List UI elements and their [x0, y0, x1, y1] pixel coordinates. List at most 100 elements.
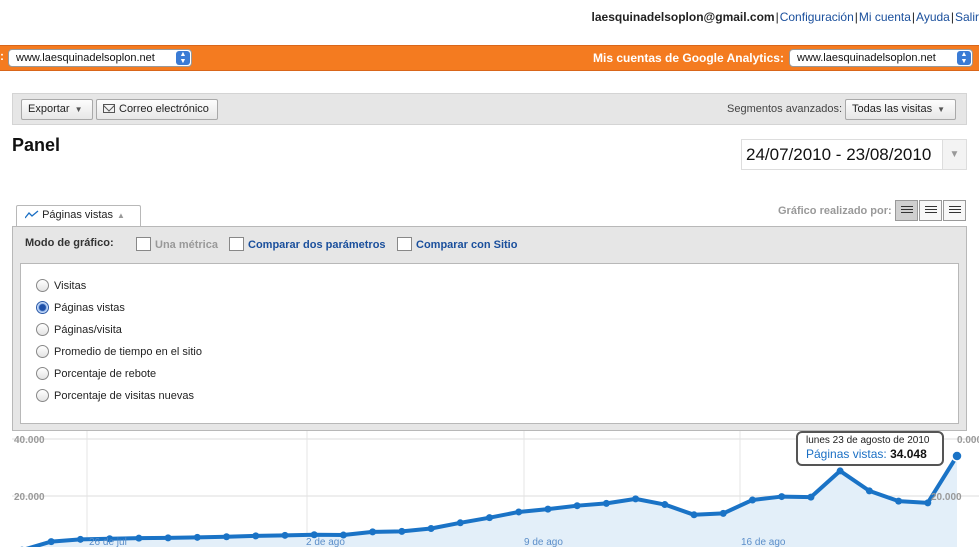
date-range-picker[interactable]: 24/07/2010 - 23/08/2010 ▼: [741, 139, 967, 170]
chart-point: [748, 496, 756, 504]
segments-value: Todas las visitas: [852, 103, 933, 115]
radio-button[interactable]: [36, 367, 49, 380]
chart-mode-label: Modo de gráfico:: [25, 237, 114, 249]
toolbar: Exportar ▼ Correo electrónico Segmentos a…: [12, 93, 967, 125]
chart-point: [836, 467, 844, 475]
user-bar: laesquinadelsoplon@gmail.com|Configuraci…: [591, 10, 979, 24]
export-button[interactable]: Exportar ▼: [21, 99, 93, 120]
compare-chart-icon: [229, 237, 244, 251]
chart-point: [76, 535, 84, 543]
tooltip-date: lunes 23 de agosto de 2010: [806, 435, 930, 446]
list-icon: [949, 206, 961, 215]
chart-point: [632, 495, 640, 503]
export-label: Exportar: [28, 103, 70, 115]
chart-point: [164, 534, 172, 542]
site-select[interactable]: www.laesquinadelsoplon.net ▲ ▼: [8, 49, 192, 67]
chevron-down-icon: ▼: [74, 105, 83, 114]
account-bar: : www.laesquinadelsoplon.net ▲ ▼ Mis cuen…: [0, 45, 979, 71]
account-bar-lead: :: [0, 49, 4, 63]
settings-link[interactable]: Configuración: [780, 10, 854, 24]
chart-point: [135, 534, 143, 542]
chart-point: [865, 487, 873, 495]
chart-point: [486, 514, 493, 522]
tooltip-metric: Páginas vistas: 34.048: [806, 447, 927, 461]
chart-point: [223, 533, 231, 541]
radio-button[interactable]: [36, 389, 49, 402]
radio-button[interactable]: [36, 323, 49, 336]
accounts-select[interactable]: www.laesquinadelsoplon.net ▲ ▼: [789, 49, 973, 67]
user-email: laesquinadelsoplon@gmail.com: [591, 10, 775, 24]
segments-label: Segmentos avanzados:: [727, 103, 842, 115]
chart-point: [427, 524, 435, 532]
metric-option[interactable]: Páginas/visita: [36, 323, 122, 336]
accounts-label: Mis cuentas de Google Analytics:: [593, 51, 784, 65]
metric-list: Visitas Páginas vistas Páginas/visita Pr…: [20, 263, 959, 424]
chart-point: [573, 502, 581, 510]
line-chart-icon: [24, 210, 39, 219]
chart-mode-row: Modo de gráfico: Una métrica Comparar do…: [25, 237, 517, 251]
metric-option[interactable]: Porcentaje de visitas nuevas: [36, 389, 194, 402]
y-tick-label: 40.000: [14, 435, 45, 446]
tab-metric-label: Páginas vistas: [42, 209, 113, 221]
metric-option[interactable]: Páginas vistas: [36, 301, 125, 314]
x-tick-label: 16 de ago: [741, 537, 786, 547]
chevron-down-icon[interactable]: ▼: [942, 140, 966, 169]
chart-mode-panel: Modo de gráfico: Una métrica Comparar do…: [12, 226, 967, 431]
y-tick-label: 20.000: [14, 492, 45, 503]
chart-point: [895, 497, 903, 505]
metric-option[interactable]: Visitas: [36, 279, 86, 292]
page-title: Panel: [12, 135, 61, 155]
metric-option[interactable]: Promedio de tiempo en el sitio: [36, 345, 202, 358]
y-tick-label: 20.000: [931, 492, 962, 503]
graph-by-label: Gráfico realizado por:: [778, 205, 892, 217]
segments-select[interactable]: Todas las visitas ▼: [845, 99, 956, 120]
compare-site-icon: [397, 237, 412, 251]
radio-button[interactable]: [36, 279, 49, 292]
radio-button[interactable]: [36, 301, 49, 314]
mode-compare-site[interactable]: Comparar con Sitio: [397, 237, 517, 251]
chart-point: [398, 527, 406, 535]
x-tick-label: 26 de jul: [89, 537, 127, 547]
list-icon: [925, 206, 937, 215]
chart-point: [602, 499, 610, 507]
chart-point: [193, 533, 201, 541]
view-month-button[interactable]: [943, 200, 966, 221]
chart-point: [807, 493, 815, 501]
accounts-select-value: www.laesquinadelsoplon.net: [797, 52, 936, 64]
view-week-button[interactable]: [919, 200, 942, 221]
chart-point: [252, 532, 260, 540]
radio-button[interactable]: [36, 345, 49, 358]
y-tick-label: 0.000: [957, 435, 979, 446]
tooltip-value: 34.048: [890, 447, 927, 461]
metric-option[interactable]: Porcentaje de rebote: [36, 367, 156, 380]
chart-point: [951, 450, 963, 462]
chart-point: [661, 501, 669, 509]
chart-area: [22, 455, 957, 547]
mode-compare-two[interactable]: Comparar dos parámetros: [229, 237, 386, 251]
chart-point: [369, 528, 377, 536]
chart-tooltip: lunes 23 de agosto de 2010 Páginas vista…: [796, 431, 944, 466]
help-link[interactable]: Ayuda: [916, 10, 950, 24]
line-chart-icon: [136, 237, 151, 251]
mode-one-metric: Una métrica: [136, 237, 218, 251]
chevron-down-icon: ▼: [937, 105, 946, 114]
account-link[interactable]: Mi cuenta: [859, 10, 911, 24]
chart-point: [281, 531, 289, 539]
date-range-value: 24/07/2010 - 23/08/2010: [746, 145, 932, 164]
select-arrows-icon: ▲ ▼: [176, 51, 190, 65]
chevron-up-icon: ▲: [117, 211, 125, 220]
list-icon: [901, 206, 913, 215]
x-tick-label: 9 de ago: [524, 537, 563, 547]
tab-metric[interactable]: Páginas vistas ▲: [16, 205, 141, 226]
email-button[interactable]: Correo electrónico: [96, 99, 218, 120]
chart-point: [778, 493, 786, 501]
view-day-button[interactable]: [895, 200, 918, 221]
select-arrows-icon: ▲ ▼: [957, 51, 971, 65]
x-tick-label: 2 de ago: [306, 537, 345, 547]
email-label: Correo electrónico: [119, 103, 209, 115]
logout-link[interactable]: Salir: [955, 10, 979, 24]
chart-point: [47, 538, 55, 546]
chart-point: [690, 511, 698, 519]
chart-point: [719, 509, 727, 517]
chart-point: [544, 505, 552, 513]
